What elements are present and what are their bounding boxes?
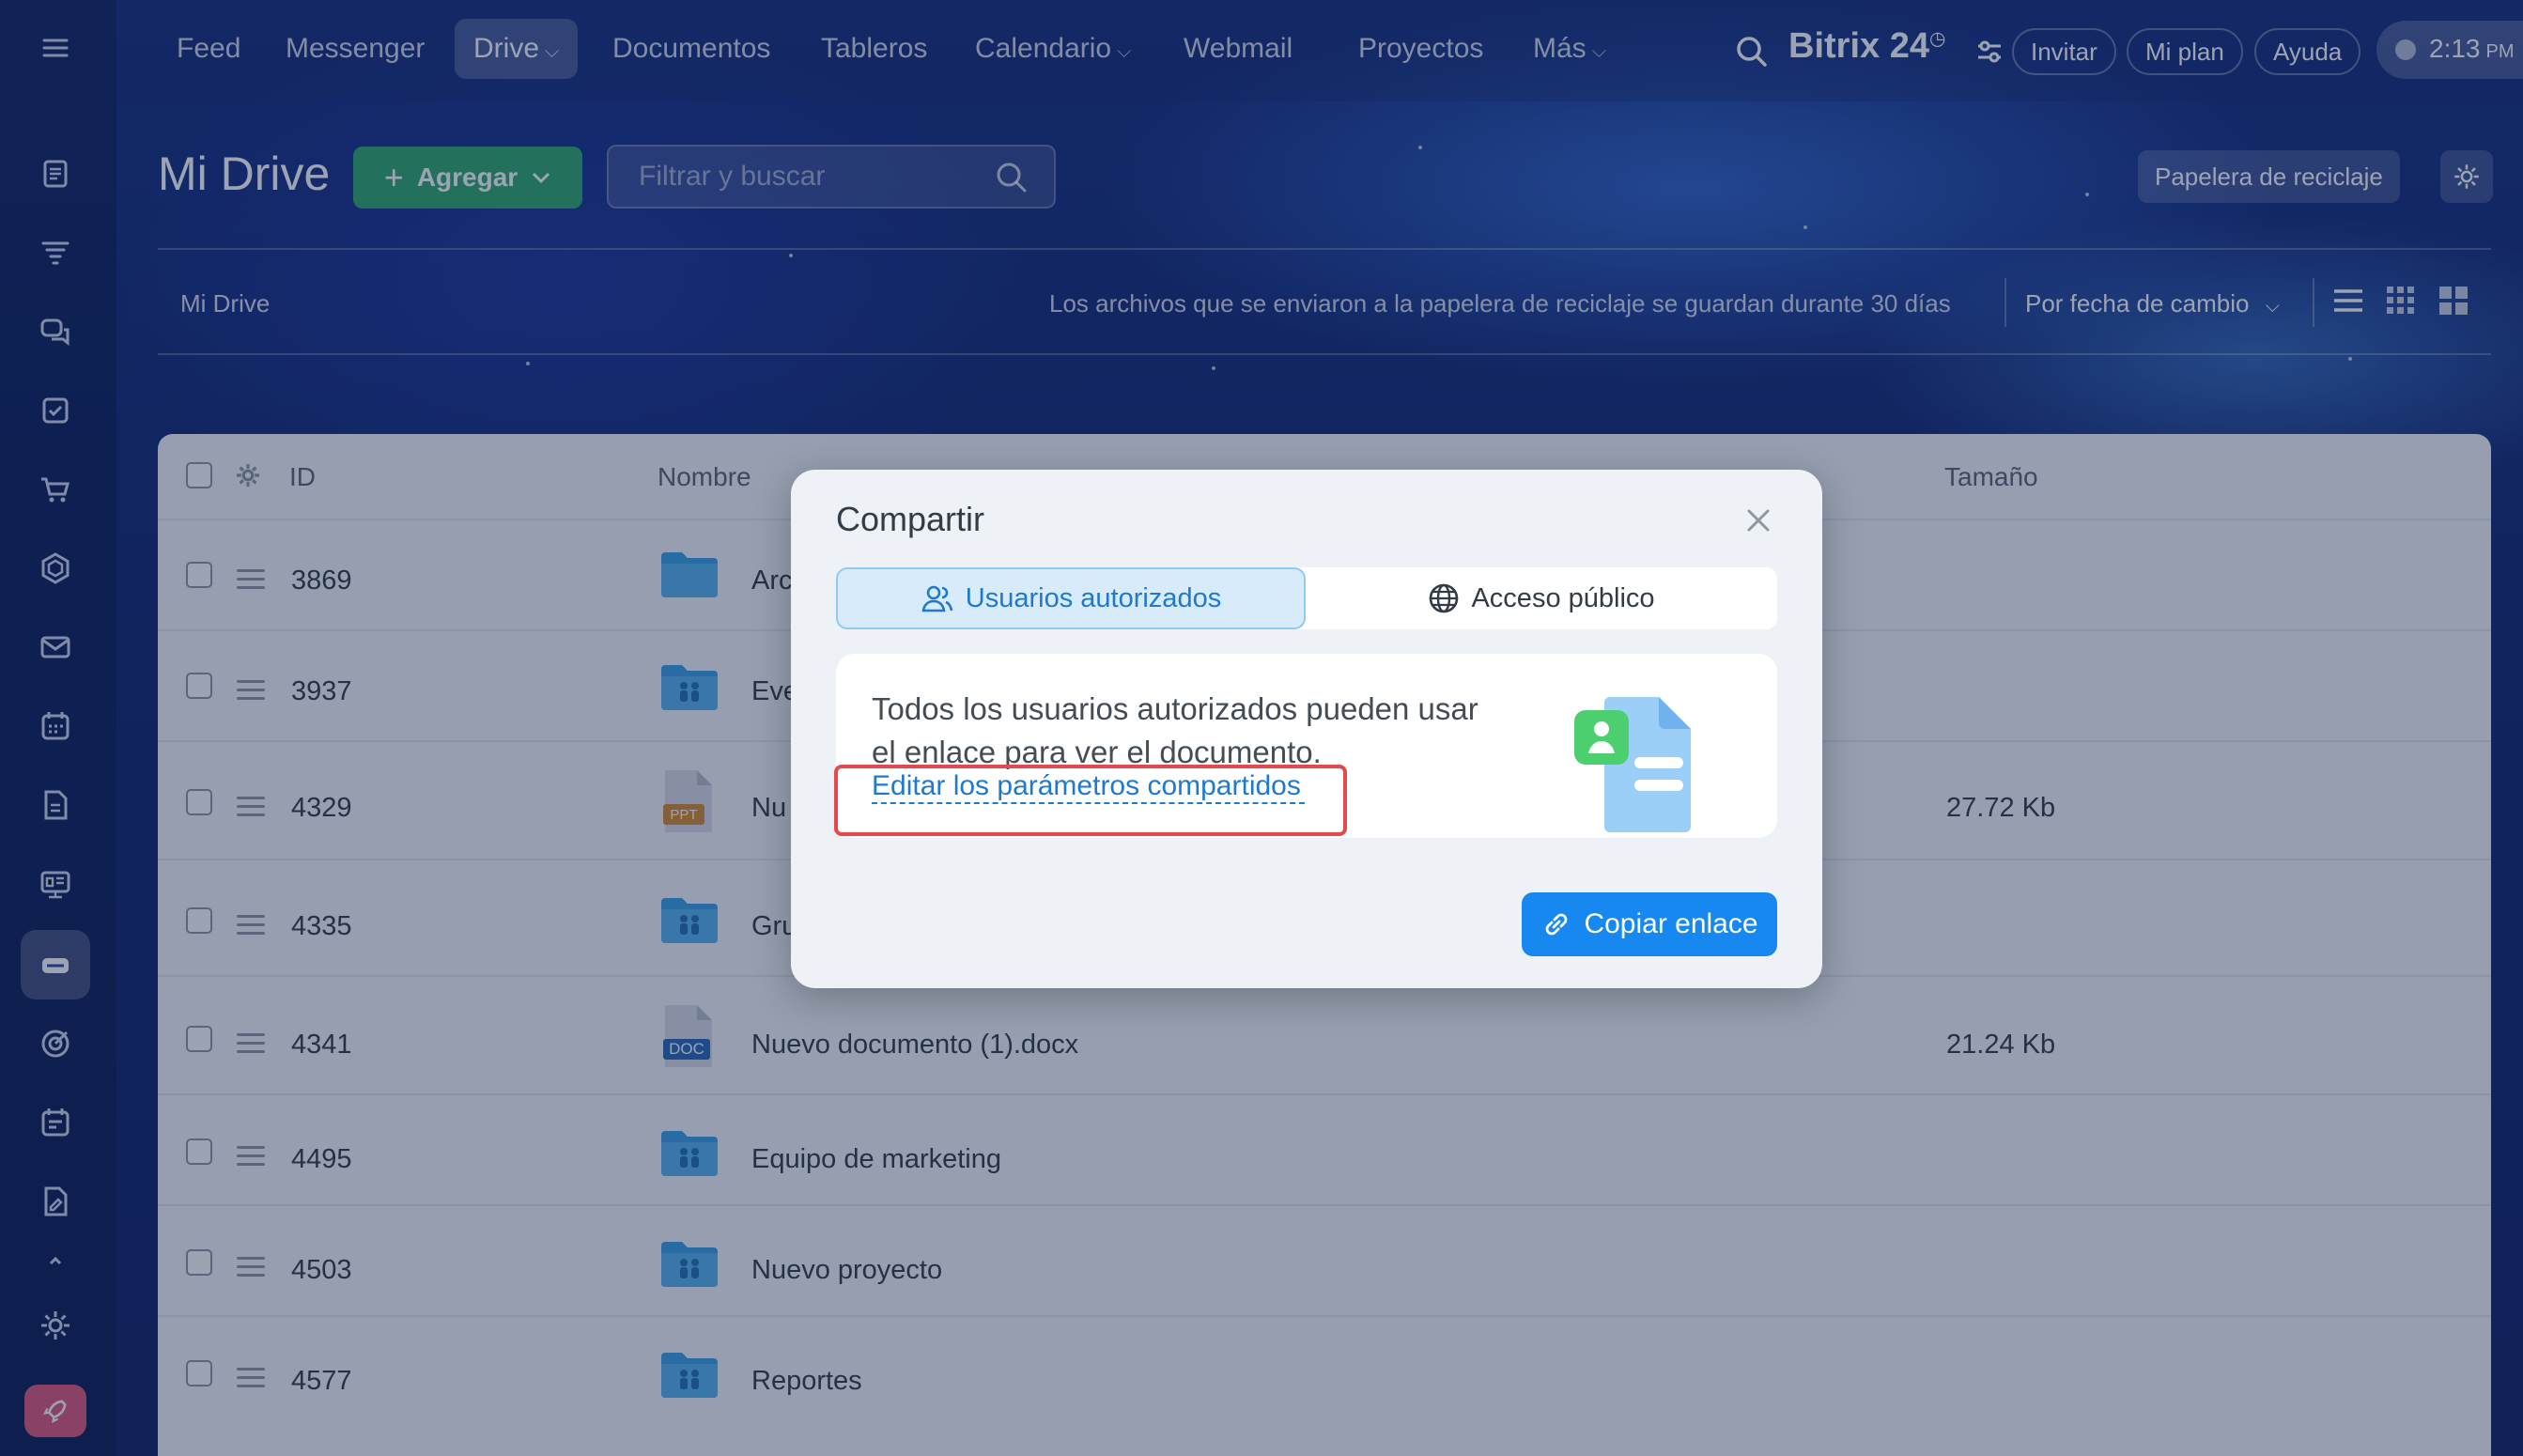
share-info-text: Todos los usuarios autorizados pueden us… bbox=[872, 691, 1478, 769]
tab-authorized-users[interactable]: Usuarios autorizados bbox=[836, 567, 1306, 629]
copy-link-label: Copiar enlace bbox=[1584, 908, 1758, 939]
globe-icon bbox=[1430, 583, 1459, 613]
tab-authorized-users-label: Usuarios autorizados bbox=[965, 582, 1222, 613]
share-tabs: Usuarios autorizados Acceso público bbox=[836, 567, 1777, 629]
users-icon bbox=[921, 585, 953, 612]
dialog-title: Compartir bbox=[836, 500, 985, 538]
share-dialog: Compartir Usuarios autorizados Acceso pú… bbox=[791, 470, 1822, 988]
shared-document-illustration bbox=[1574, 697, 1691, 832]
copy-link-button[interactable]: Copiar enlace bbox=[1522, 892, 1777, 956]
tab-public-access-label: Acceso público bbox=[1471, 582, 1655, 613]
tab-public-access[interactable]: Acceso público bbox=[1306, 567, 1777, 629]
link-icon bbox=[1546, 913, 1568, 936]
close-icon[interactable] bbox=[1740, 502, 1777, 539]
highlight-box bbox=[834, 765, 1347, 836]
